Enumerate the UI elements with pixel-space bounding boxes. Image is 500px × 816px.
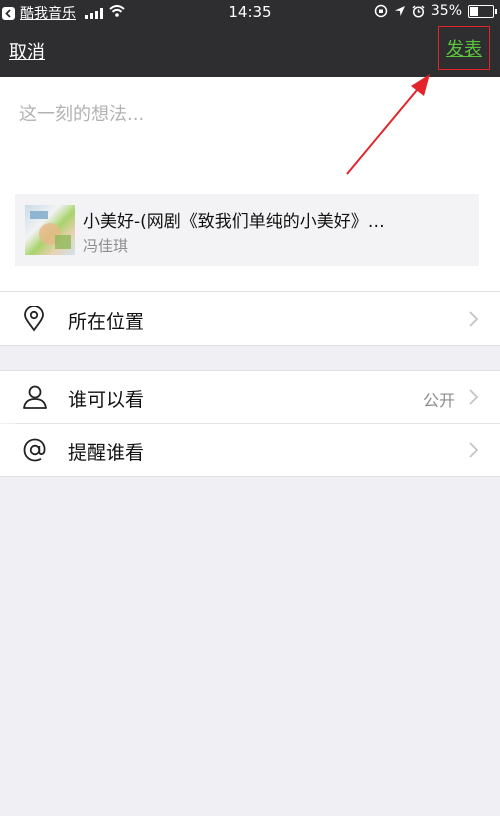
album-cover-image — [25, 205, 75, 255]
remind-label: 提醒谁看 — [68, 442, 145, 464]
location-label: 所在位置 — [68, 311, 145, 333]
chevron-right-icon — [469, 442, 478, 458]
location-row[interactable]: 所在位置 — [0, 292, 500, 345]
shared-music-card[interactable]: 小美好-(网剧《致我们单纯的小美好》… 冯佳琪 — [15, 194, 479, 266]
remind-row[interactable]: 提醒谁看 — [0, 424, 500, 476]
visibility-label: 谁可以看 — [68, 389, 145, 411]
chevron-right-icon — [469, 389, 478, 405]
chevron-right-icon — [469, 311, 478, 327]
location-pin-icon — [24, 306, 44, 332]
person-icon — [23, 385, 47, 409]
at-sign-icon — [23, 438, 46, 462]
divider — [0, 476, 500, 477]
annotation-arrow — [346, 74, 430, 175]
visibility-value: 公开 — [422, 391, 455, 410]
song-artist: 冯佳琪 — [83, 237, 129, 255]
song-title: 小美好-(网剧《致我们单纯的小美好》… — [83, 212, 385, 232]
visibility-row[interactable]: 谁可以看 公开 — [0, 371, 500, 423]
divider — [0, 345, 500, 346]
